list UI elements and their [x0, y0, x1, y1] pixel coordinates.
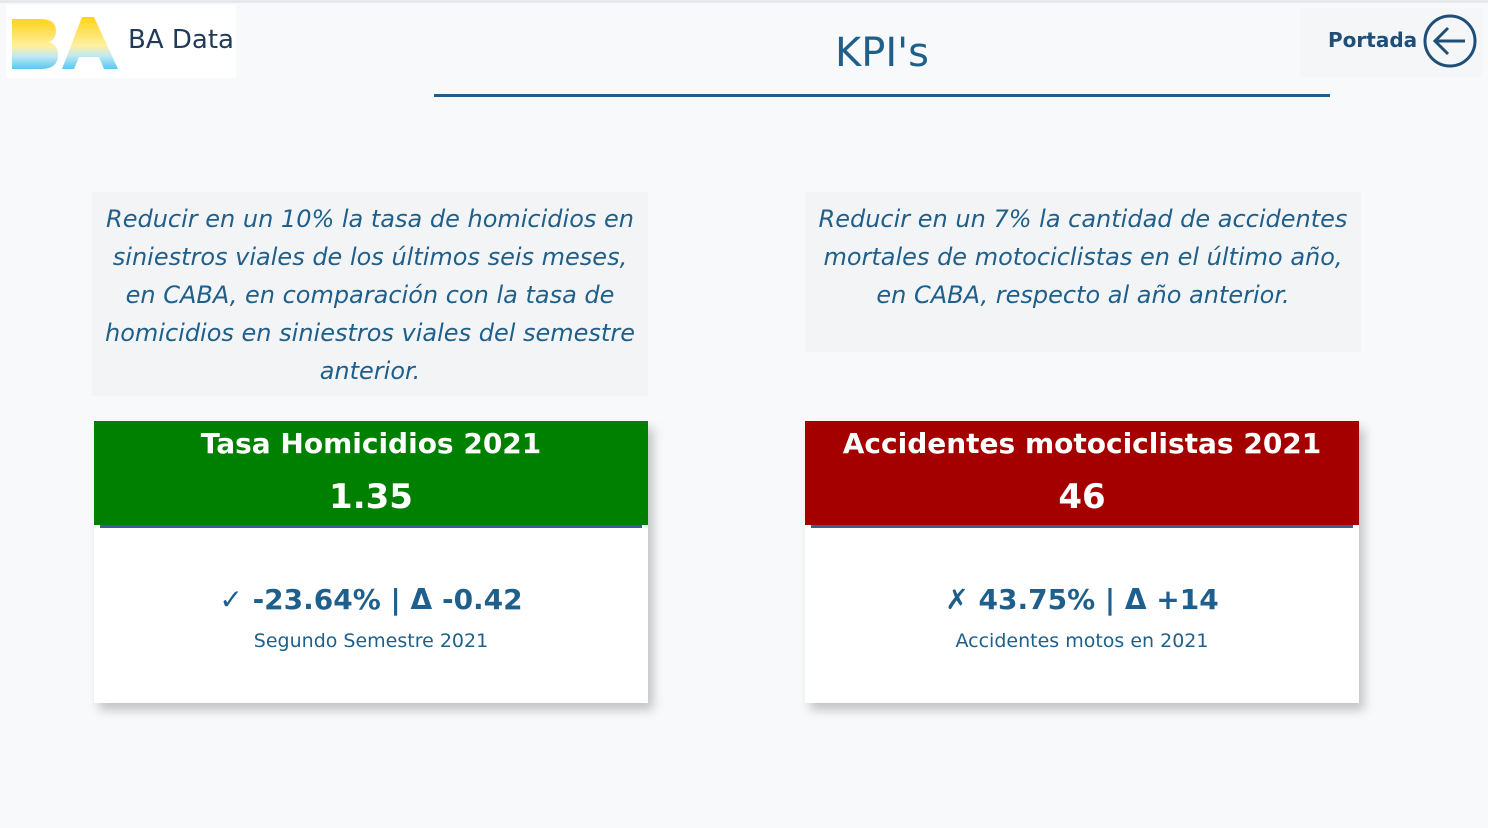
ba-logo-icon — [12, 17, 118, 69]
logo-text: BA Data — [128, 25, 234, 55]
cross-mark-icon: ✗ — [945, 583, 969, 616]
kpi-card-motorcycle-accidents: Accidentes motociclistas 2021 46 ✗ 43.75… — [805, 421, 1359, 703]
kpi-value: 1.35 — [329, 477, 413, 517]
kpi-change-value: -23.64% | Δ -0.42 — [252, 583, 523, 616]
kpi-subtitle: Segundo Semestre 2021 — [253, 630, 489, 652]
kpi-divider — [811, 525, 1353, 528]
page-title: KPI's — [835, 30, 929, 76]
kpi-title: Tasa Homicidios 2021 — [200, 427, 542, 460]
goal-description-motorcyclists: Reducir en un 7% la cantidad de accident… — [805, 192, 1361, 352]
check-mark-icon: ✓ — [219, 583, 243, 616]
top-border — [0, 0, 1488, 3]
logo: BA Data — [6, 5, 236, 78]
kpi-divider — [100, 525, 642, 528]
title-underline — [434, 94, 1330, 97]
kpi-title: Accidentes motociclistas 2021 — [842, 427, 1322, 460]
kpi-header: Accidentes motociclistas 2021 46 — [805, 421, 1359, 525]
arrow-left-circle-icon[interactable] — [1422, 13, 1478, 69]
back-button-label: Portada — [1328, 28, 1418, 52]
kpi-subtitle: Accidentes motos en 2021 — [955, 630, 1209, 652]
kpi-header: Tasa Homicidios 2021 1.35 — [94, 421, 648, 525]
kpi-value: 46 — [1058, 477, 1106, 517]
kpi-card-homicide-rate: Tasa Homicidios 2021 1.35 ✓ -23.64% | Δ … — [94, 421, 648, 703]
kpi-change: ✓ -23.64% | Δ -0.42 — [94, 583, 648, 616]
kpi-change: ✗ 43.75% | Δ +14 — [805, 583, 1359, 616]
back-to-cover-button[interactable]: Portada — [1300, 8, 1482, 78]
goal-description-homicides: Reducir en un 10% la tasa de homicidios … — [92, 192, 648, 396]
kpi-change-value: 43.75% | Δ +14 — [978, 583, 1219, 616]
